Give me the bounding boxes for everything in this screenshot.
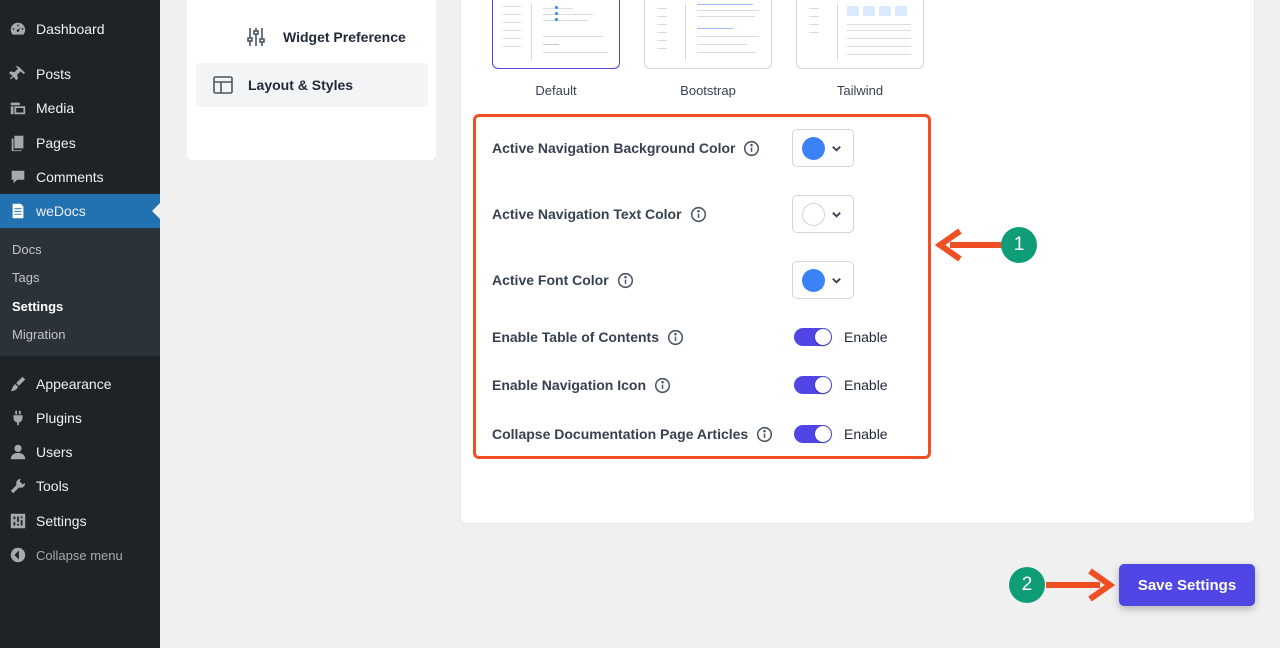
collapse-articles-toggle[interactable] [794,425,832,443]
chevron-down-icon [832,145,841,152]
menu-item-comments[interactable]: Comments [0,160,160,194]
font-color-picker[interactable] [792,261,854,299]
collapse-articles-text: Collapse Documentation Page Articles [492,426,749,442]
save-settings-button[interactable]: Save Settings [1119,564,1255,606]
color-swatch [802,136,825,160]
menu-label: Tools [36,478,69,494]
template-default-label: Default [535,83,577,98]
menu-label: Appearance [36,376,112,392]
toc-toggle[interactable] [794,328,832,346]
submenu-docs[interactable]: Docs [12,242,42,257]
wrench-icon [0,477,36,495]
nav-bg-color-text: Active Navigation Background Color [492,140,736,156]
info-icon[interactable] [743,140,760,157]
info-icon[interactable] [690,206,707,223]
annotation-arrow-right-icon [1046,568,1116,602]
menu-item-wedocs[interactable]: weDocs [0,194,160,228]
nav-layout-styles-label: Layout & Styles [248,77,354,93]
nav-text-color-picker[interactable] [792,195,854,233]
toc-text: Enable Table of Contents [492,329,659,345]
font-color-label: Active Font Color [492,270,634,290]
menu-label: Plugins [36,410,82,426]
collapse-arrow-icon [0,546,36,564]
submenu-tags[interactable]: Tags [12,270,39,285]
nav-icon-toggle-label: Enable [844,377,888,393]
nav-icon-toggle[interactable] [794,376,832,394]
chevron-down-icon [832,211,841,218]
nav-icon-label: Enable Navigation Icon [492,375,671,395]
annotation-badge-1: 1 [1001,227,1037,263]
collapse-articles-toggle-label: Enable [844,426,888,442]
template-tailwind-label: Tailwind [836,83,884,98]
template-bootstrap-thumbnail[interactable] [644,0,772,69]
menu-label: Users [36,444,73,460]
pin-icon [0,65,36,83]
media-icon [0,99,36,117]
menu-item-appearance[interactable]: Appearance [0,367,160,401]
submenu-migration[interactable]: Migration [12,327,65,342]
user-icon [0,443,36,461]
nav-layout-styles[interactable]: Layout & Styles [196,63,428,107]
template-tailwind-thumbnail[interactable] [796,0,924,69]
sliders-icon [0,512,36,530]
template-default-thumbnail[interactable] [492,0,620,69]
nav-text-color-label: Active Navigation Text Color [492,204,707,224]
font-color-text: Active Font Color [492,272,609,288]
submenu-settings[interactable]: Settings [12,299,63,314]
nav-bg-color-label: Active Navigation Background Color [492,138,760,158]
dashboard-icon [0,20,36,38]
toc-label: Enable Table of Contents [492,327,684,347]
toggle-knob [815,426,831,442]
menu-item-dashboard[interactable]: Dashboard [0,12,160,46]
menu-item-pages[interactable]: Pages [0,126,160,160]
brush-icon [0,375,36,393]
menu-label: Collapse menu [36,547,123,563]
nav-text-color-text: Active Navigation Text Color [492,206,682,222]
info-icon[interactable] [667,329,684,346]
info-icon[interactable] [654,377,671,394]
color-swatch [802,202,825,226]
layout-icon [213,76,233,94]
menu-label: Settings [36,513,87,529]
nav-widget-preference[interactable]: Widget Preference [245,26,406,48]
admin-sidebar: Dashboard Posts Media Pages Comments weD… [0,0,160,648]
menu-item-settings[interactable]: Settings [0,504,160,538]
menu-label: Posts [36,66,72,82]
chevron-down-icon [832,277,841,284]
menu-label: Media [36,100,75,116]
plug-icon [0,409,36,427]
info-icon[interactable] [617,272,634,289]
annotation-arrow-left-icon [934,228,1004,262]
pages-icon [0,134,36,152]
sliders-vertical-icon [247,28,265,46]
toc-toggle-label: Enable [844,329,888,345]
nav-widget-preference-label: Widget Preference [283,29,406,45]
info-icon[interactable] [756,426,773,443]
document-icon [0,202,36,220]
menu-item-users[interactable]: Users [0,435,160,469]
menu-item-tools[interactable]: Tools [0,469,160,503]
nav-icon-text: Enable Navigation Icon [492,377,647,393]
toggle-knob [815,377,831,393]
menu-label: Comments [36,169,104,185]
annotation-badge-2: 2 [1009,567,1045,603]
wedocs-submenu: Docs Tags Settings Migration [0,228,160,356]
menu-label: Dashboard [36,21,105,37]
nav-bg-color-picker[interactable] [792,129,854,167]
menu-label: Pages [36,135,76,151]
settings-nav-card: Widget Preference Layout & Styles [187,0,436,160]
menu-item-media[interactable]: Media [0,91,160,125]
menu-item-posts[interactable]: Posts [0,57,160,91]
toggle-knob [815,329,831,345]
template-bootstrap-label: Bootstrap [680,83,736,98]
menu-item-plugins[interactable]: Plugins [0,401,160,435]
collapse-menu-button[interactable]: Collapse menu [0,538,160,572]
menu-label: weDocs [36,203,86,219]
comment-icon [0,168,36,186]
collapse-articles-label: Collapse Documentation Page Articles [492,424,773,444]
color-swatch [802,268,825,292]
